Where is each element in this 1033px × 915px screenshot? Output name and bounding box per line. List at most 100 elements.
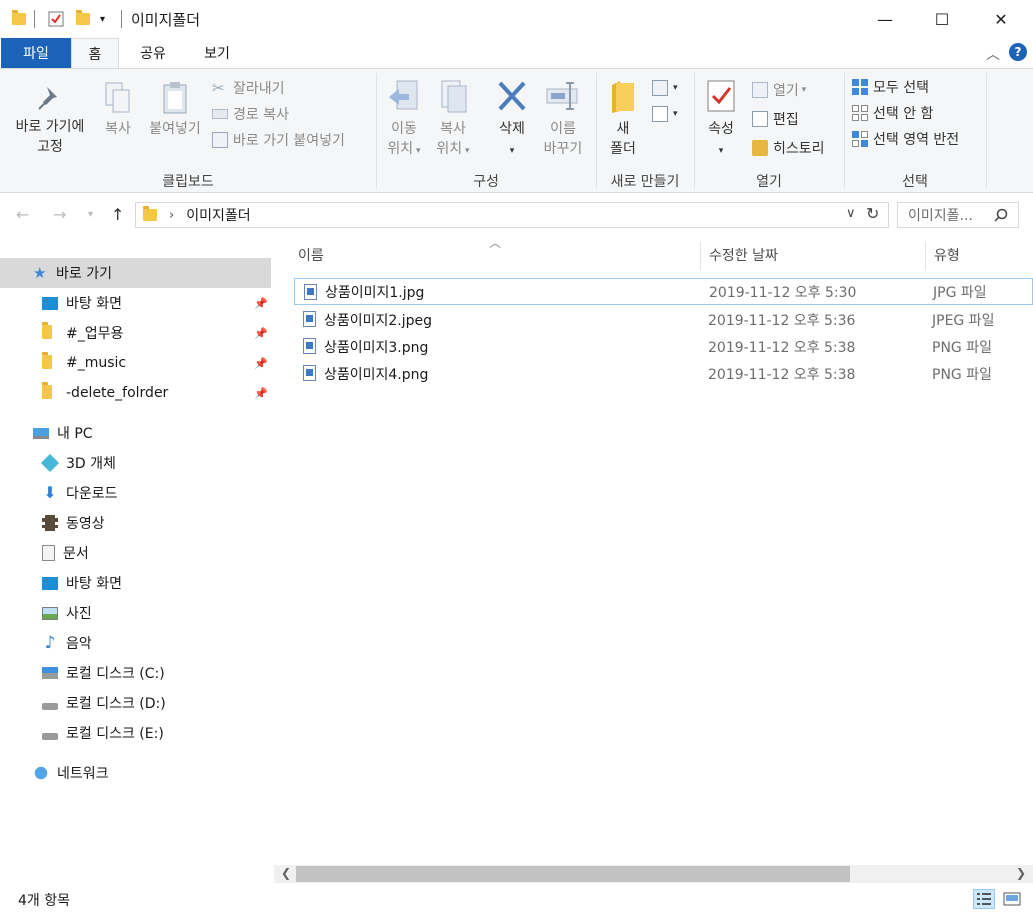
breadcrumb-chevron-icon[interactable]: › xyxy=(169,208,174,223)
chevron-down-icon: ▾ xyxy=(718,146,724,156)
delete-button[interactable]: 삭제 ▾ xyxy=(490,79,534,161)
address-bar[interactable]: › 이미지폴더 ∨ ↻ xyxy=(135,202,889,228)
ribbon: 바로 가기에 고정 복사 붙여넣기 ✂ 잘라내기 경로 복사 바로 가기 붙여넣… xyxy=(0,68,1033,193)
move-to-button[interactable]: 이동 위치 ▾ xyxy=(382,79,426,161)
nav-drive-d[interactable]: 로컬 디스크 (D:) xyxy=(0,688,271,718)
item-count: 4개 항목 xyxy=(18,893,70,909)
tab-file[interactable]: 파일 xyxy=(1,38,71,68)
easy-access-button[interactable]: ▾ xyxy=(652,103,678,125)
properties-button[interactable]: 속성 ▾ xyxy=(700,79,742,161)
refresh-icon[interactable]: ↻ xyxy=(866,204,879,223)
pin-icon[interactable]: 📌 xyxy=(254,297,268,310)
group-label-select: 선택 xyxy=(902,174,928,190)
recent-locations-icon[interactable]: ▾ xyxy=(88,209,93,220)
sort-ascending-icon: ︿ xyxy=(489,236,502,250)
cut-button[interactable]: ✂ 잘라내기 xyxy=(212,77,285,99)
chevron-up-icon[interactable]: ︿ xyxy=(986,44,1000,64)
search-icon xyxy=(994,208,1008,222)
star-icon: ★ xyxy=(33,264,47,282)
tab-home[interactable]: 홈 xyxy=(71,38,119,69)
nav-this-pc[interactable]: 내 PC xyxy=(0,418,271,448)
tab-view[interactable]: 보기 xyxy=(189,38,245,68)
nav-desktop[interactable]: 바탕 화면 xyxy=(0,568,271,598)
nav-3d-objects[interactable]: 3D 개체 xyxy=(0,448,271,478)
scroll-left-icon[interactable]: ❮ xyxy=(281,866,291,880)
rename-button[interactable]: 이름 바꾸기 xyxy=(538,79,588,159)
scrollbar-thumb[interactable] xyxy=(296,866,850,882)
file-name[interactable]: 상품이미지1.jpg xyxy=(325,282,424,302)
divider[interactable] xyxy=(925,242,926,270)
invert-selection-icon xyxy=(852,131,868,147)
folder-icon xyxy=(143,206,157,221)
properties-icon[interactable] xyxy=(48,10,64,28)
file-date: 2019-11-12 오후 5:38 xyxy=(708,366,856,383)
nav-pinned-work[interactable]: #_업무용 📌 xyxy=(0,318,271,348)
nav-drive-e[interactable]: 로컬 디스크 (E:) xyxy=(0,718,271,748)
file-name[interactable]: 상품이미지4.png xyxy=(324,364,428,384)
paste-shortcut-button[interactable]: 바로 가기 붙여넣기 xyxy=(212,129,345,151)
copy-to-button[interactable]: 복사 위치 ▾ xyxy=(430,79,476,161)
close-button[interactable]: ✕ xyxy=(978,0,1024,38)
scroll-right-icon[interactable]: ❯ xyxy=(1016,866,1026,880)
up-arrow-icon[interactable]: ↑ xyxy=(111,205,124,224)
divider[interactable] xyxy=(700,242,701,270)
pin-to-quick-access-button[interactable]: 바로 가기에 고정 xyxy=(8,83,92,157)
search-input[interactable]: 이미지폴... xyxy=(897,202,1019,228)
nav-pinned-music[interactable]: #_music 📌 xyxy=(0,348,271,378)
table-row[interactable]: 상품이미지1.jpg 2019-11-12 오후 5:30 JPG 파일 xyxy=(294,278,1033,305)
pin-icon[interactable]: 📌 xyxy=(254,357,268,370)
history-button[interactable]: 히스토리 xyxy=(752,137,825,159)
nav-downloads[interactable]: ⬇ 다운로드 xyxy=(0,478,271,508)
details-view-icon[interactable] xyxy=(973,889,995,909)
film-icon xyxy=(42,515,58,531)
customize-toolbar-icon[interactable]: ▾ xyxy=(100,10,105,28)
easy-access-icon xyxy=(652,106,668,122)
pin-icon[interactable]: 📌 xyxy=(254,387,268,400)
help-icon[interactable]: ? xyxy=(1009,43,1027,61)
delete-x-icon xyxy=(498,81,526,111)
divider xyxy=(34,10,35,28)
forward-arrow-icon[interactable]: → xyxy=(53,205,66,224)
new-folder-icon[interactable] xyxy=(76,10,90,28)
select-none-button[interactable]: 선택 안 함 xyxy=(852,102,933,124)
column-header-date[interactable]: 수정한 날짜 xyxy=(709,245,778,265)
horizontal-scrollbar[interactable]: ❮ ❯ xyxy=(274,865,1033,883)
table-row[interactable]: 상품이미지4.png 2019-11-12 오후 5:38 PNG 파일 xyxy=(294,360,1033,387)
select-all-button[interactable]: 모두 선택 xyxy=(852,76,929,98)
open-button[interactable]: 열기 ▾ xyxy=(752,79,806,101)
select-all-icon xyxy=(852,79,868,95)
paste-button[interactable]: 붙여넣기 xyxy=(144,81,206,139)
table-row[interactable]: 상품이미지2.jpeg 2019-11-12 오후 5:36 JPEG 파일 xyxy=(294,306,1033,333)
breadcrumb[interactable]: 이미지폴더 xyxy=(186,205,250,225)
tab-share[interactable]: 공유 xyxy=(127,38,179,68)
nav-pinned-desktop[interactable]: 바탕 화면 📌 xyxy=(0,288,271,318)
status-bar: 4개 항목 xyxy=(0,884,1033,915)
nav-documents[interactable]: 문서 xyxy=(0,538,271,568)
nav-videos[interactable]: 동영상 xyxy=(0,508,271,538)
copy-button[interactable]: 복사 xyxy=(98,81,138,139)
copy-path-button[interactable]: 경로 복사 xyxy=(212,103,289,125)
table-row[interactable]: 상품이미지3.png 2019-11-12 오후 5:38 PNG 파일 xyxy=(294,333,1033,360)
minimize-button[interactable]: — xyxy=(862,0,908,38)
pin-icon[interactable]: 📌 xyxy=(254,327,268,340)
column-header-name[interactable]: 이름 xyxy=(298,245,324,265)
large-icons-view-icon[interactable] xyxy=(1001,889,1023,909)
edit-button[interactable]: 편집 xyxy=(752,108,799,130)
nav-drive-c[interactable]: 로컬 디스크 (C:) xyxy=(0,658,271,688)
divider xyxy=(986,73,987,189)
maximize-button[interactable]: ☐ xyxy=(919,0,965,38)
back-arrow-icon[interactable]: ← xyxy=(16,205,29,224)
nav-quick-access[interactable]: ★ 바로 가기 xyxy=(0,258,271,288)
file-name[interactable]: 상품이미지2.jpeg xyxy=(324,310,432,330)
nav-network[interactable]: 네트워크 xyxy=(0,758,271,788)
cut-label: 잘라내기 xyxy=(233,81,285,97)
invert-selection-button[interactable]: 선택 영역 반전 xyxy=(852,128,959,150)
file-name[interactable]: 상품이미지3.png xyxy=(324,337,428,357)
nav-pinned-delete-folder[interactable]: -delete_folrder 📌 xyxy=(0,378,271,408)
nav-music[interactable]: ♪ 음악 xyxy=(0,628,271,658)
new-folder-button[interactable]: 새 폴더 xyxy=(602,79,644,159)
chevron-down-icon[interactable]: ∨ xyxy=(846,206,856,221)
new-item-button[interactable]: ▾ xyxy=(652,77,678,99)
column-header-type[interactable]: 유형 xyxy=(934,245,960,265)
nav-pictures[interactable]: 사진 xyxy=(0,598,271,628)
